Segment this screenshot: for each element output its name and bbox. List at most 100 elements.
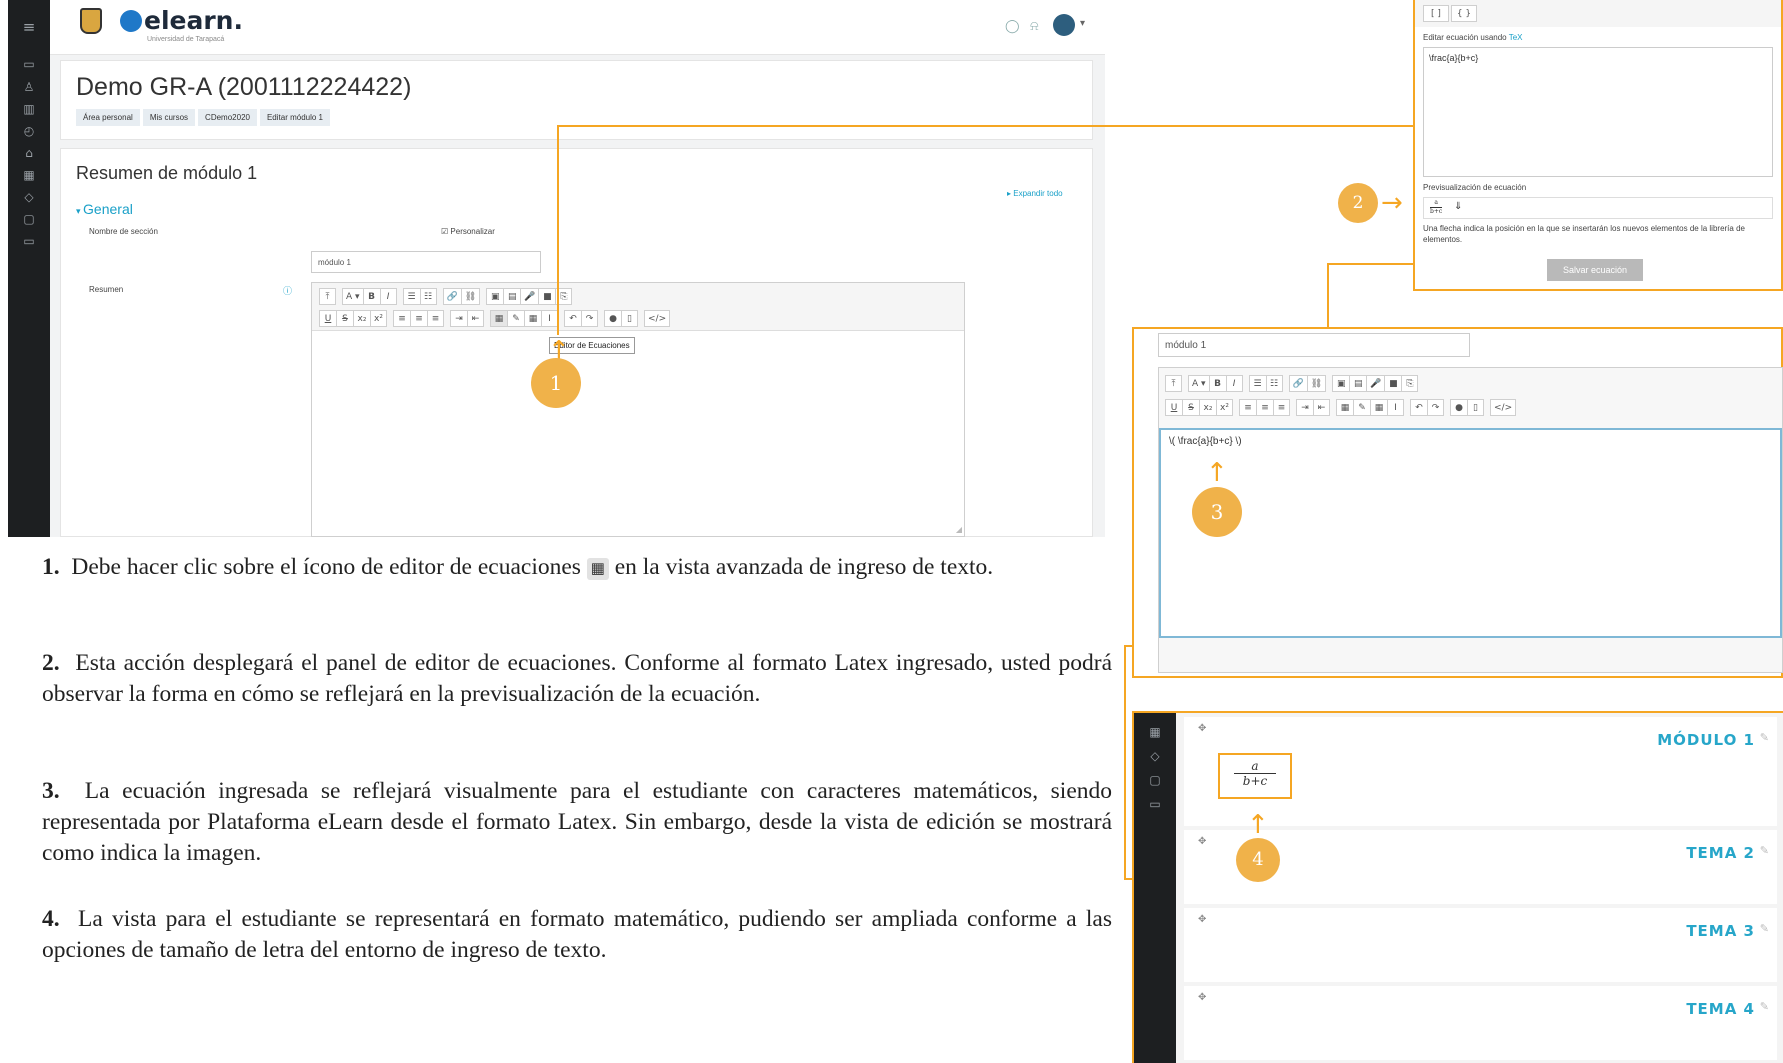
equation-editor-icon[interactable]: ▦ — [490, 310, 507, 327]
graduation-cap-icon[interactable]: ◇ — [8, 190, 50, 204]
underline-button[interactable]: U — [1165, 399, 1182, 416]
expand-all-link[interactable]: ▸ Expandir todo — [1007, 189, 1063, 198]
edit-pencil-icon[interactable]: ✎ — [1760, 731, 1769, 744]
underline-button[interactable]: U — [319, 310, 336, 327]
home-icon[interactable]: ⌂ — [8, 146, 50, 160]
align-right-icon[interactable]: ≡ — [427, 310, 444, 327]
italic-button[interactable]: I — [1225, 375, 1243, 392]
logo-text[interactable]: elearn. — [144, 6, 243, 35]
undo-icon[interactable]: ↶ — [1410, 399, 1427, 416]
editor-content-area[interactable]: \( \frac{a}{b+c} \) — [1159, 428, 1782, 638]
resize-handle-icon[interactable]: ◢ — [956, 525, 962, 534]
tex-input[interactable]: \frac{a}{b+c} — [1423, 47, 1773, 177]
general-section-toggle[interactable]: ▾ General — [76, 201, 133, 217]
edit-pencil-icon[interactable]: ✎ — [1760, 1000, 1769, 1013]
clear-format-icon[interactable]: I — [1387, 399, 1404, 416]
accessibility-icon[interactable]: ● — [604, 310, 621, 327]
edit-pencil-icon[interactable]: ✎ — [1760, 922, 1769, 935]
link-icon[interactable]: 🔗 — [442, 288, 461, 305]
strike-button[interactable]: S — [1182, 399, 1199, 416]
clear-format-icon[interactable]: I — [541, 310, 558, 327]
redo-icon[interactable]: ↷ — [581, 310, 598, 327]
move-icon[interactable]: ✥ — [1198, 836, 1206, 847]
unordered-list-button[interactable]: ☰ — [402, 288, 420, 305]
folder-icon[interactable]: ▭ — [8, 57, 50, 71]
image-icon[interactable]: ▣ — [1332, 375, 1350, 392]
image-icon[interactable]: ▣ — [486, 288, 504, 305]
files-icon[interactable]: ▢ — [1134, 773, 1176, 787]
indent-icon[interactable]: ⇥ — [450, 310, 467, 327]
ordered-list-button[interactable]: ☷ — [419, 288, 437, 305]
align-center-icon[interactable]: ≡ — [410, 310, 427, 327]
video-icon[interactable]: ■ — [538, 288, 556, 305]
help-icon[interactable]: ⓘ — [283, 284, 292, 297]
matrix-brace-button[interactable]: { } — [1451, 5, 1477, 22]
paragraph-style-button[interactable]: A ▾ — [342, 288, 363, 305]
avatar[interactable] — [1053, 14, 1075, 36]
special-chars-icon[interactable]: ✎ — [1353, 399, 1370, 416]
files-icon[interactable]: ▢ — [8, 212, 50, 226]
save-equation-button[interactable]: Salvar ecuación — [1547, 259, 1643, 281]
bold-button[interactable]: B — [362, 288, 380, 305]
redo-icon[interactable]: ↷ — [1427, 399, 1444, 416]
microphone-icon[interactable]: 🎤 — [520, 288, 539, 305]
align-right-icon[interactable]: ≡ — [1273, 399, 1290, 416]
graduation-cap-icon[interactable]: ◇ — [1134, 749, 1176, 763]
breadcrumb-item[interactable]: Editar módulo 1 — [259, 109, 330, 126]
copy-icon[interactable]: ⎘ — [1401, 375, 1419, 392]
video-icon[interactable]: ■ — [1384, 375, 1402, 392]
superscript-button[interactable]: x² — [370, 310, 387, 327]
edit-pencil-icon[interactable]: ✎ — [1760, 844, 1769, 857]
link-icon[interactable]: 🔗 — [1288, 375, 1307, 392]
table-icon[interactable]: ▦ — [524, 310, 541, 327]
html-source-icon[interactable]: </> — [644, 310, 671, 327]
microphone-icon[interactable]: 🎤 — [1366, 375, 1385, 392]
customize-checkbox[interactable]: ☑ Personalizar — [441, 227, 495, 236]
tex-link[interactable]: TeX — [1509, 33, 1523, 42]
user-menu-caret[interactable]: ▾ — [1080, 18, 1085, 29]
breadcrumb-item[interactable]: Mis cursos — [142, 109, 196, 126]
section-name-input[interactable]: módulo 1 — [311, 251, 541, 273]
media-icon[interactable]: ▤ — [503, 288, 521, 305]
users-icon[interactable]: ♙ — [8, 80, 50, 94]
section-name-input[interactable]: módulo 1 — [1158, 333, 1470, 357]
align-center-icon[interactable]: ≡ — [1256, 399, 1273, 416]
breadcrumb-item[interactable]: CDemo2020 — [198, 109, 257, 126]
special-chars-icon[interactable]: ✎ — [507, 310, 524, 327]
folder-icon[interactable]: ▭ — [1134, 797, 1176, 811]
messages-icon[interactable]: ◯ — [1005, 19, 1020, 34]
accessibility-icon[interactable]: ● — [1450, 399, 1467, 416]
notifications-bell-icon[interactable]: ⍾ — [1030, 19, 1039, 34]
menu-icon[interactable]: ≡ — [8, 18, 50, 36]
align-left-icon[interactable]: ≡ — [393, 310, 410, 327]
equation-editor-icon[interactable]: ▦ — [1336, 399, 1353, 416]
media-icon[interactable]: ▤ — [1349, 375, 1367, 392]
screenreader-icon[interactable]: ▯ — [621, 310, 638, 327]
screenreader-icon[interactable]: ▯ — [1467, 399, 1484, 416]
indent-icon[interactable]: ⇥ — [1296, 399, 1313, 416]
grades-icon[interactable]: ▥ — [8, 102, 50, 116]
matrix-bracket-button[interactable]: [ ] — [1423, 5, 1449, 22]
outdent-icon[interactable]: ⇤ — [467, 310, 484, 327]
bold-button[interactable]: B — [1208, 375, 1226, 392]
unlink-icon[interactable]: ⛓ — [460, 288, 481, 305]
dashboard-icon[interactable]: ◴ — [8, 124, 50, 138]
move-icon[interactable]: ✥ — [1198, 723, 1206, 734]
calendar-icon[interactable]: ▦ — [1134, 725, 1176, 739]
paragraph-style-button[interactable]: A ▾ — [1188, 375, 1209, 392]
unlink-icon[interactable]: ⛓ — [1306, 375, 1327, 392]
italic-button[interactable]: I — [379, 288, 397, 305]
ordered-list-button[interactable]: ☷ — [1265, 375, 1283, 392]
move-icon[interactable]: ✥ — [1198, 914, 1206, 925]
collapse-toolbar-button[interactable]: ⤒ — [1165, 375, 1182, 392]
unordered-list-button[interactable]: ☰ — [1248, 375, 1266, 392]
subscript-button[interactable]: x₂ — [1199, 399, 1216, 416]
move-icon[interactable]: ✥ — [1198, 992, 1206, 1003]
subscript-button[interactable]: x₂ — [353, 310, 370, 327]
strike-button[interactable]: S — [336, 310, 353, 327]
collapse-toolbar-button[interactable]: ⤒ — [319, 288, 336, 305]
folder-icon[interactable]: ▭ — [8, 234, 50, 248]
html-source-icon[interactable]: </> — [1490, 399, 1517, 416]
breadcrumb-item[interactable]: Área personal — [76, 109, 140, 126]
outdent-icon[interactable]: ⇤ — [1313, 399, 1330, 416]
